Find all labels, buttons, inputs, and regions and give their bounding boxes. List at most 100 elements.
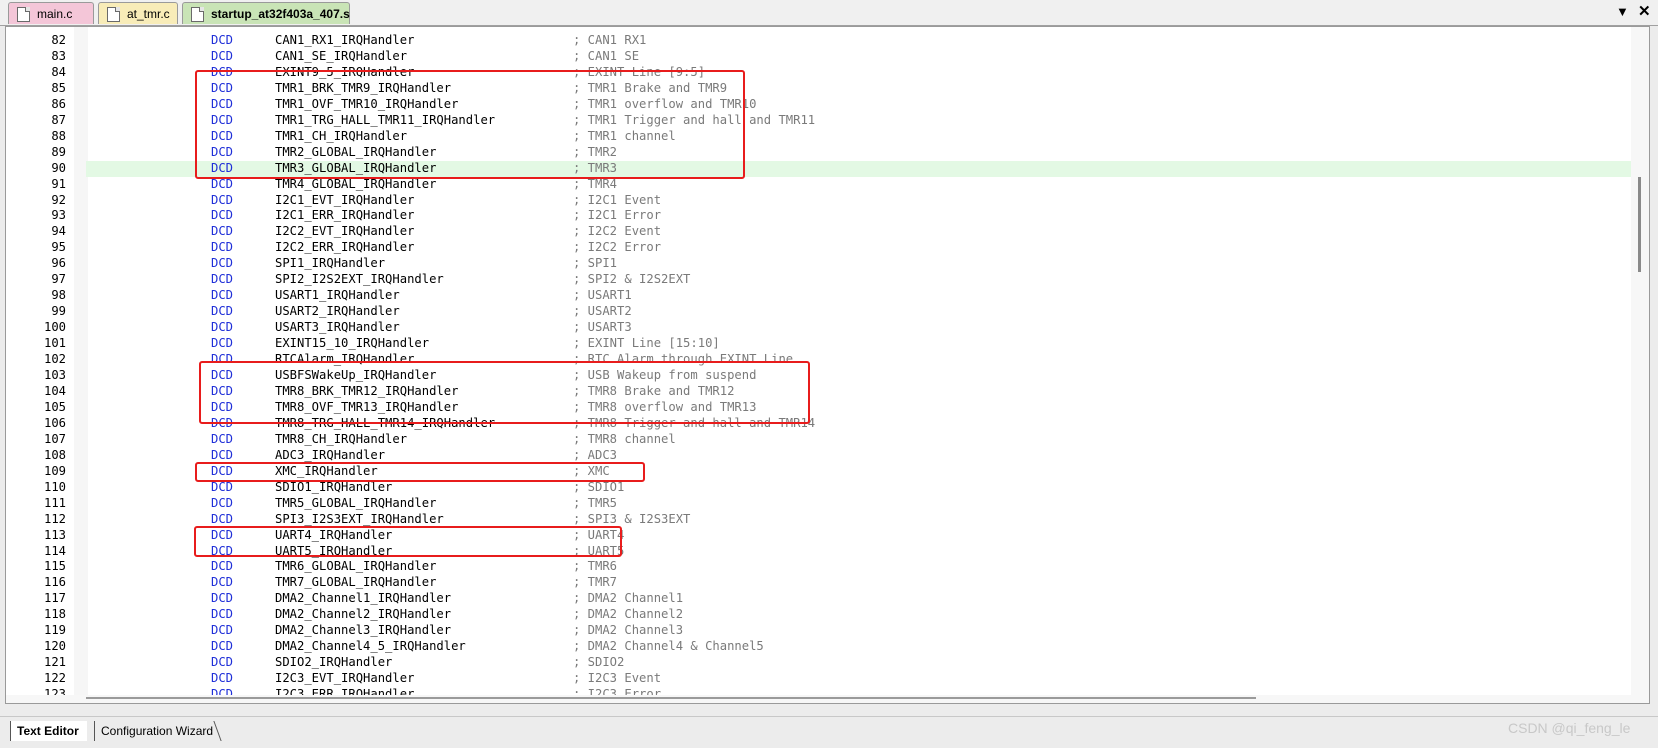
directive-keyword: DCD [211,288,234,303]
handler-symbol: SPI2_I2S2EXT_IRQHandler [275,272,444,287]
code-comment: ; SDIO1 [573,479,625,494]
code-comment: ; TMR7 [573,575,618,590]
code-line[interactable]: 122 DCD I2C3_EVT_IRQHandler ; I2C3 Event [6,671,1631,687]
line-number: 96 [51,256,66,271]
tab-startup-s[interactable]: startup_at32f403a_407.s [182,2,350,24]
handler-symbol: TMR6_GLOBAL_IRQHandler [275,559,437,574]
handler-symbol: I2C1_ERR_IRQHandler [275,208,415,223]
line-number: 106 [43,415,66,430]
highlight-box-tmr6-tmr7 [194,526,622,557]
code-line[interactable]: 97 DCD SPI2_I2S2EXT_IRQHandler ; SPI2 & I2S… [6,272,1631,288]
code-line[interactable]: 107 DCD TMR8_CH_IRQHandler ; TMR8 channel [6,432,1631,448]
tab-main-c[interactable]: main.c [8,2,94,24]
code-line[interactable]: 116 DCD TMR7_GLOBAL_IRQHandler ; TMR7 [6,575,1631,591]
handler-symbol: DMA2_Channel3_IRQHandler [275,623,452,638]
directive-keyword: DCD [211,655,234,670]
code-line[interactable]: 92 DCD I2C1_EVT_IRQHandler ; I2C1 Event [6,193,1631,209]
handler-symbol: DMA2_Channel4_5_IRQHandler [275,639,466,654]
directive-keyword: DCD [211,33,234,47]
line-number: 90 [51,160,66,175]
code-comment: ; CAN1 SE [573,48,640,63]
handler-symbol: DMA2_Channel2_IRQHandler [275,607,452,622]
line-number: 92 [51,192,66,207]
line-number: 101 [43,336,66,351]
code-line[interactable]: 98 DCD USART1_IRQHandler ; USART1 [6,288,1631,304]
code-comment: ; DMA2 Channel3 [573,623,684,638]
handler-symbol: TMR7_GLOBAL_IRQHandler [275,575,437,590]
line-number: 118 [43,607,66,622]
vertical-scroll-thumb[interactable] [1638,177,1641,272]
handler-symbol: USART1_IRQHandler [275,288,400,303]
code-line[interactable]: 115 DCD TMR6_GLOBAL_IRQHandler ; TMR6 [6,559,1631,575]
tab-label: startup_at32f403a_407.s [211,7,350,21]
code-line[interactable]: 83 DCD CAN1_SE_IRQHandler ; CAN1 SE [6,49,1631,65]
tab-text-editor[interactable]: Text Editor [10,721,87,741]
code-comment: ; TMR8 channel [573,431,676,446]
code-line[interactable]: 121 DCD SDIO2_IRQHandler ; SDIO2 [6,655,1631,671]
code-line[interactable]: 82 DCD CAN1_RX1_IRQHandler ; CAN1 RX1 [6,33,1631,49]
directive-keyword: DCD [211,240,234,255]
code-line[interactable]: 117 DCD DMA2_Channel1_IRQHandler ; DMA2 Cha… [6,591,1631,607]
directive-keyword: DCD [211,48,234,63]
code-line[interactable]: 120 DCD DMA2_Channel4_5_IRQHandler ; DMA2 C… [6,639,1631,655]
code-line[interactable]: 96 DCD SPI1_IRQHandler ; SPI1 [6,256,1631,272]
file-icon [191,7,204,22]
line-number: 94 [51,224,66,239]
directive-keyword: DCD [211,479,234,494]
line-number: 104 [43,383,66,398]
directive-keyword: DCD [211,272,234,287]
tab-label: main.c [37,7,73,21]
code-line[interactable]: 101 DCD EXINT15_10_IRQHandler ; EXINT Line … [6,336,1631,352]
directive-keyword: DCD [211,495,234,510]
directive-keyword: DCD [211,639,234,654]
directive-keyword: DCD [211,192,234,207]
code-line[interactable]: 118 DCD DMA2_Channel2_IRQHandler ; DMA2 Cha… [6,607,1631,623]
code-comment: ; DMA2 Channel2 [573,607,684,622]
code-line[interactable]: 93 DCD I2C1_ERR_IRQHandler ; I2C1 Error [6,208,1631,224]
code-line[interactable]: 100 DCD USART3_IRQHandler ; USART3 [6,320,1631,336]
chevron-down-icon[interactable]: ▼ [1616,4,1629,19]
handler-symbol: I2C1_EVT_IRQHandler [275,192,415,207]
line-number: 117 [43,591,66,606]
horizontal-scrollbar[interactable] [6,695,1631,703]
handler-symbol: I2C2_EVT_IRQHandler [275,224,415,239]
line-number: 82 [51,33,66,47]
line-number: 83 [51,48,66,63]
directive-keyword: DCD [211,431,234,446]
handler-symbol: SDIO2_IRQHandler [275,655,393,670]
highlight-box-tmr1-tmr4 [195,70,745,179]
code-comment: ; I2C1 Event [573,192,662,207]
code-line[interactable]: 111 DCD TMR5_GLOBAL_IRQHandler ; TMR5 [6,496,1631,512]
line-number: 86 [51,96,66,111]
line-number: 93 [51,208,66,223]
highlight-box-tmr8 [199,361,810,424]
directive-keyword: DCD [211,575,234,590]
tab-at-tmr-c[interactable]: at_tmr.c [98,2,178,24]
code-line[interactable]: 95 DCD I2C2_ERR_IRQHandler ; I2C2 Error [6,240,1631,256]
code-comment: ; DMA2 Channel4 & Channel5 [573,639,764,654]
line-number: 88 [51,128,66,143]
horizontal-scroll-thumb[interactable] [86,697,1256,699]
text-editor[interactable]: 82 DCD CAN1_RX1_IRQHandler ; CAN1 RX1 83 DCD C… [5,26,1650,704]
code-comment: ; TMR6 [573,559,618,574]
code-line[interactable]: 99 DCD USART2_IRQHandler ; USART2 [6,304,1631,320]
tab-configuration-wizard[interactable]: Configuration Wizard [94,721,221,741]
handler-symbol: CAN1_SE_IRQHandler [275,48,408,63]
line-number: 105 [43,399,66,414]
code-line[interactable]: 119 DCD DMA2_Channel3_IRQHandler ; DMA2 Cha… [6,623,1631,639]
directive-keyword: DCD [211,671,234,686]
code-line[interactable]: 110 DCD SDIO1_IRQHandler ; SDIO1 [6,480,1631,496]
directive-keyword: DCD [211,336,234,351]
code-line[interactable]: 94 DCD I2C2_EVT_IRQHandler ; I2C2 Event [6,224,1631,240]
line-number: 85 [51,80,66,95]
handler-symbol: TMR5_GLOBAL_IRQHandler [275,495,437,510]
code-comment: ; DMA2 Channel1 [573,591,684,606]
vertical-scrollbar[interactable] [1631,27,1649,703]
line-number: 95 [51,240,66,255]
handler-symbol: TMR8_CH_IRQHandler [275,431,408,446]
close-icon[interactable]: ✕ [1638,2,1651,20]
code-comment: ; USART3 [573,320,632,335]
editor-mode-tabs: Text Editor Configuration Wizard [0,716,1658,748]
code-comment: ; I2C1 Error [573,208,662,223]
directive-keyword: DCD [211,607,234,622]
